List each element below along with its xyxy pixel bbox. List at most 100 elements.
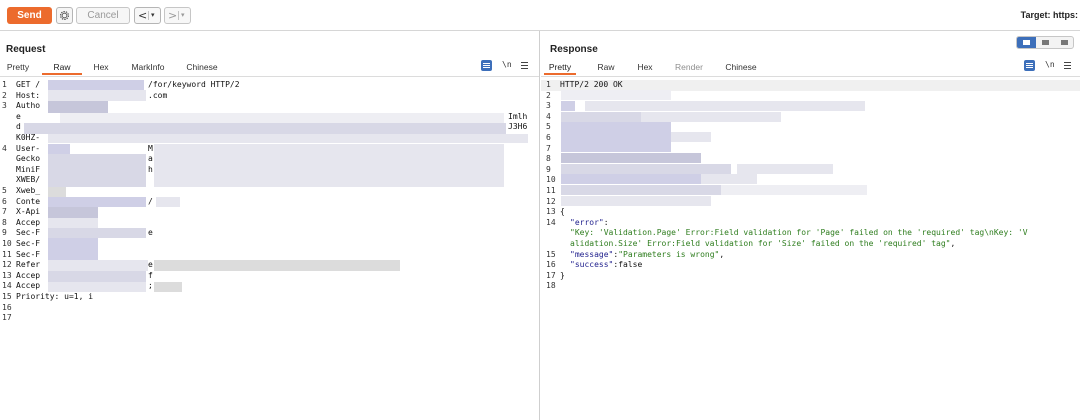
line-number: 4 bbox=[546, 111, 551, 121]
pretty-print-icon[interactable] bbox=[481, 60, 492, 71]
line-number: 15 bbox=[546, 249, 556, 259]
line-number: 2 bbox=[2, 90, 7, 100]
redacted-block bbox=[561, 122, 671, 152]
line-number: 16 bbox=[546, 260, 556, 270]
redacted-block bbox=[561, 174, 701, 184]
json-key-error: "error" bbox=[570, 217, 604, 227]
line-number: 17 bbox=[2, 313, 12, 323]
code-line: 17} bbox=[541, 271, 1080, 282]
redacted-block bbox=[156, 197, 180, 207]
code-text: Refer bbox=[16, 260, 41, 270]
line-number: 5 bbox=[546, 122, 551, 132]
redacted-block bbox=[48, 144, 70, 154]
code-text-tail: J3H6 bbox=[508, 122, 528, 132]
tab-render[interactable]: Render bbox=[673, 60, 705, 75]
redacted-block bbox=[561, 185, 721, 195]
menu-icon[interactable] bbox=[521, 61, 528, 70]
redacted-block bbox=[48, 218, 98, 228]
send-button[interactable]: Send bbox=[7, 7, 52, 24]
redacted-block bbox=[48, 207, 98, 218]
redacted-block bbox=[561, 101, 575, 111]
line-number: 4 bbox=[2, 143, 7, 153]
line-number: 8 bbox=[2, 217, 7, 227]
code-text: Xweb_ bbox=[16, 186, 41, 195]
settings-button[interactable] bbox=[56, 7, 73, 24]
code-text: K0HZ- bbox=[16, 133, 41, 142]
json-message-value: "Parameters is wrong" bbox=[618, 249, 720, 259]
cancel-button[interactable]: Cancel bbox=[76, 7, 130, 24]
code-line: 17 bbox=[0, 313, 539, 324]
code-line: 18 bbox=[541, 281, 1080, 292]
line-number: 14 bbox=[546, 217, 556, 227]
gear-icon bbox=[59, 10, 70, 21]
code-text: Autho bbox=[16, 101, 41, 111]
redacted-block bbox=[721, 185, 867, 195]
line-number: 8 bbox=[546, 154, 551, 164]
line-number: 3 bbox=[2, 101, 7, 111]
code-text-tail: /for/keyword HTTP/2 bbox=[148, 80, 240, 89]
code-text: Accep bbox=[16, 270, 41, 280]
code-line: 15 Priority: u=1, i bbox=[0, 292, 539, 303]
code-text: Sec-F bbox=[16, 228, 41, 238]
menu-icon[interactable] bbox=[1064, 61, 1071, 70]
json-key-message: "message" bbox=[570, 249, 614, 259]
tab-chinese[interactable]: Chinese bbox=[723, 60, 759, 75]
code-line: 16 "success":false bbox=[541, 260, 1080, 271]
target-label[interactable]: Target: https: bbox=[1021, 10, 1078, 20]
line-number: 7 bbox=[2, 207, 7, 217]
line-number: 12 bbox=[546, 196, 556, 206]
redacted-block bbox=[24, 123, 506, 134]
code-text: Gecko bbox=[16, 154, 41, 164]
code-text: e bbox=[16, 111, 21, 121]
newline-toggle[interactable]: \n bbox=[502, 60, 512, 69]
code-text-tail: a bbox=[148, 154, 153, 164]
response-editor[interactable]: 1 HTTP/2 200 OK 2 3 4 5 6 7 8 9 10 11 12 … bbox=[541, 76, 1080, 420]
pretty-print-icon[interactable] bbox=[1024, 60, 1035, 71]
redacted-block bbox=[48, 282, 146, 292]
line-number: 10 bbox=[2, 239, 12, 248]
tab-raw[interactable]: Raw bbox=[596, 60, 616, 75]
line-number: 14 bbox=[2, 281, 12, 291]
code-text-tail: f bbox=[148, 270, 153, 280]
chevron-down-icon[interactable]: ▾ bbox=[181, 8, 185, 23]
redacted-block bbox=[585, 101, 865, 111]
code-line: alidation.Size' Error:Field validation f… bbox=[541, 239, 1080, 250]
code-text-tail: / bbox=[148, 196, 153, 206]
line-number: 17 bbox=[546, 270, 556, 280]
code-text-tail: ; bbox=[148, 281, 153, 291]
redacted-block bbox=[48, 238, 98, 260]
json-error-value: "Key: 'Validation.Page' Error:Field vali… bbox=[570, 228, 1028, 238]
newline-toggle[interactable]: \n bbox=[1045, 60, 1055, 69]
line-number: 12 bbox=[2, 260, 12, 270]
divider bbox=[178, 11, 179, 20]
code-text: MiniF bbox=[16, 164, 41, 174]
back-arrow-icon: < bbox=[138, 9, 148, 22]
line-number: 3 bbox=[546, 101, 551, 111]
code-text: Sec-F bbox=[16, 239, 41, 248]
line-number: 7 bbox=[546, 143, 551, 153]
code-text-tail: h bbox=[148, 164, 153, 174]
line-number: 5 bbox=[2, 186, 7, 195]
tab-pretty[interactable]: Pretty bbox=[544, 60, 576, 75]
tab-hex[interactable]: Hex bbox=[635, 60, 655, 75]
code-text: User- bbox=[16, 143, 41, 153]
code-line: 16 bbox=[0, 303, 539, 314]
forward-button[interactable]: > ▾ bbox=[164, 7, 191, 24]
back-button[interactable]: < ▾ bbox=[134, 7, 161, 24]
line-number: 1 bbox=[546, 80, 551, 89]
json-open-brace: { bbox=[560, 207, 565, 217]
request-editor[interactable]: 1 GET / /for/keyword HTTP/2 2 Host: .com 3 Au… bbox=[0, 76, 539, 420]
tab-markinfo[interactable]: MarkInfo bbox=[126, 60, 170, 75]
chevron-down-icon[interactable]: ▾ bbox=[151, 8, 155, 23]
code-line: 1 HTTP/2 200 OK bbox=[541, 80, 1080, 91]
request-title: Request bbox=[6, 44, 46, 55]
code-text-tail: .com bbox=[148, 90, 168, 100]
tab-hex[interactable]: Hex bbox=[88, 60, 114, 75]
json-success-value: false bbox=[618, 260, 643, 270]
code-line: 14 "error": bbox=[541, 218, 1080, 229]
tab-chinese[interactable]: Chinese bbox=[182, 60, 222, 75]
redacted-block bbox=[561, 90, 671, 100]
tab-pretty[interactable]: Pretty bbox=[6, 60, 30, 75]
tab-raw[interactable]: Raw bbox=[42, 60, 82, 75]
code-text-tail: e bbox=[148, 260, 153, 270]
